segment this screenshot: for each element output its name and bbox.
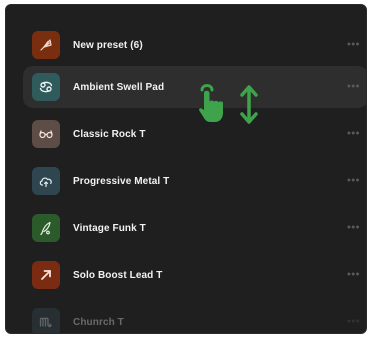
more-options-icon[interactable]: ••• — [347, 316, 360, 328]
arrow-up-right-icon — [32, 261, 60, 289]
feather-pen-icon — [32, 214, 60, 242]
cloud-upload-icon — [32, 167, 60, 195]
preset-row-chunrch-t[interactable]: Chunrch T ••• — [23, 301, 366, 333]
preset-label: New preset (6) — [73, 39, 143, 51]
more-options-icon[interactable]: ••• — [347, 175, 360, 187]
scorpio-zodiac-icon — [32, 308, 60, 333]
preset-label: Ambient Swell Pad — [73, 81, 165, 93]
preset-label: Progressive Metal T — [73, 175, 170, 187]
cancer-zodiac-icon — [32, 73, 60, 101]
glasses-icon — [32, 120, 60, 148]
preset-label: Classic Rock T — [73, 128, 146, 140]
more-options-icon[interactable]: ••• — [347, 222, 360, 234]
preset-row-solo-boost-lead-t[interactable]: Solo Boost Lead T ••• — [23, 254, 366, 296]
preset-label: Vintage Funk T — [73, 222, 146, 234]
preset-row-progressive-metal-t[interactable]: Progressive Metal T ••• — [23, 160, 366, 202]
preset-row-new-preset-6[interactable]: New preset (6) ••• — [23, 24, 366, 66]
preset-row-vintage-funk-t[interactable]: Vintage Funk T ••• — [23, 207, 366, 249]
more-options-icon[interactable]: ••• — [347, 81, 360, 93]
more-options-icon[interactable]: ••• — [347, 39, 360, 51]
badminton-shuttlecock-icon — [32, 31, 60, 59]
preset-row-ambient-swell-pad[interactable]: Ambient Swell Pad ••• — [23, 66, 366, 108]
preset-label: Chunrch T — [73, 316, 124, 328]
more-options-icon[interactable]: ••• — [347, 269, 360, 281]
preset-row-classic-rock-t[interactable]: Classic Rock T ••• — [23, 113, 366, 155]
more-options-icon[interactable]: ••• — [347, 128, 360, 140]
preset-label: Solo Boost Lead T — [73, 269, 163, 281]
preset-list-panel: New preset (6) ••• Ambient Swell Pad ••• — [5, 4, 367, 334]
